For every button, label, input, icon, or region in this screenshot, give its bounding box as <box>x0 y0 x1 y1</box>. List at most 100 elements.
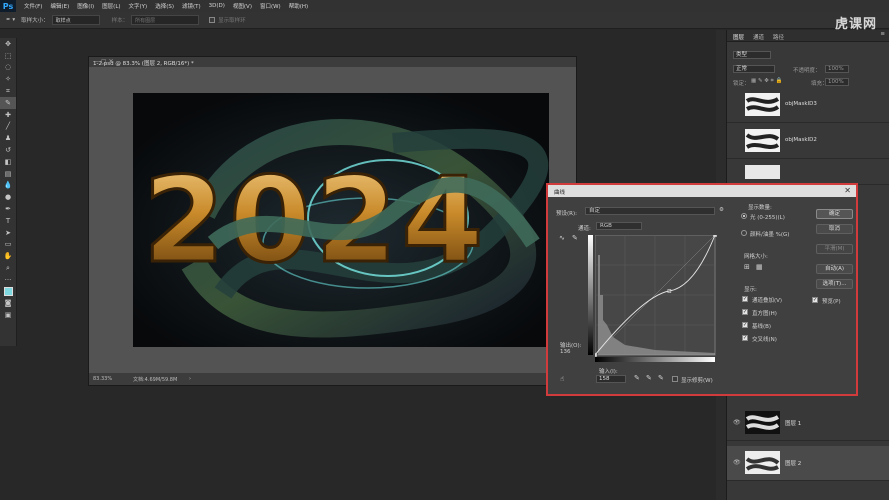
menu-type[interactable]: 文字(Y) <box>129 2 148 10</box>
ok-button[interactable]: 确定 <box>816 209 853 219</box>
sample-size-select[interactable]: 取样点 <box>51 15 100 25</box>
lock-icons[interactable]: ▦ ✎ ✥ ⌗ 🔒 <box>751 78 782 85</box>
quickmask-icon[interactable]: ◙ <box>0 298 16 310</box>
pigment-radio[interactable] <box>741 230 747 236</box>
output-value[interactable]: 136 <box>560 349 571 355</box>
histogram-checkbox[interactable]: ✓ <box>742 309 748 315</box>
sample-select[interactable]: 所有图层 <box>131 15 200 25</box>
options-button[interactable]: 选项(T)... <box>816 279 853 289</box>
visibility-eye-icon[interactable]: 👁 <box>733 459 741 466</box>
type-icon[interactable]: T <box>0 215 16 227</box>
status-arrow-icon[interactable]: › <box>189 376 191 382</box>
pencil-icon[interactable]: ✎ <box>572 234 578 242</box>
menu-edit[interactable]: 编辑(E) <box>50 2 69 10</box>
channel-select[interactable]: RGB <box>596 222 642 230</box>
target-adjust-icon[interactable]: ☝ <box>560 375 564 383</box>
document-tab[interactable]: 1-2.psd @ 83.3% (图层 2, RGB/16*) * — ▢ ✕ <box>89 57 576 67</box>
layer-row[interactable] <box>727 160 889 185</box>
path-select-icon[interactable]: ➤ <box>0 227 16 239</box>
crop-icon[interactable]: ⌗ <box>0 85 16 97</box>
input-value[interactable]: 158 <box>596 375 626 383</box>
stamp-icon[interactable]: ♟ <box>0 132 16 144</box>
shape-icon[interactable]: ▭ <box>0 239 16 251</box>
white-point-eyedropper-icon[interactable]: ✎ <box>658 374 664 382</box>
grid-fine-icon[interactable]: ▦ <box>756 263 763 271</box>
opacity-label: 不透明度： <box>793 68 821 74</box>
color-swatch-icon[interactable] <box>0 286 16 298</box>
black-point-eyedropper-icon[interactable]: ✎ <box>634 374 640 382</box>
gray-point-eyedropper-icon[interactable]: ✎ <box>646 374 652 382</box>
lasso-icon[interactable]: ◌ <box>0 62 16 74</box>
menu-file[interactable]: 文件(F) <box>24 2 42 10</box>
curve-graph[interactable] <box>595 235 717 363</box>
menu-layer[interactable]: 图层(L) <box>102 2 120 10</box>
layer-row-selected[interactable]: 👁 图层 2 <box>727 446 889 481</box>
eraser-icon[interactable]: ◧ <box>0 156 16 168</box>
channel-overlays-checkbox[interactable]: ✓ <box>742 296 748 302</box>
eyedropper-tool-icon[interactable]: ✒ ▾ <box>6 17 15 23</box>
pen-icon[interactable]: ✒ <box>0 203 16 215</box>
magic-wand-icon[interactable]: ✧ <box>0 73 16 85</box>
layer-name[interactable]: 图层 1 <box>785 419 801 427</box>
brush-icon[interactable]: ╱ <box>0 121 16 133</box>
tab-paths[interactable]: 路径 <box>773 33 784 41</box>
layer-row[interactable]: objMaskID2 <box>727 124 889 159</box>
layer-row[interactable]: 👁 图层 1 <box>727 406 889 441</box>
close-icon[interactable]: ✕ <box>844 186 851 195</box>
gradient-icon[interactable]: ▤ <box>0 168 16 180</box>
hand-icon[interactable]: ✋ <box>0 250 16 262</box>
intersection-checkbox[interactable]: ✓ <box>742 335 748 341</box>
zoom-icon[interactable]: ⌕ <box>0 262 16 274</box>
dodge-icon[interactable]: ● <box>0 191 16 203</box>
screenmode-icon[interactable]: ▣ <box>0 309 16 321</box>
layer-thumbnail <box>745 129 780 152</box>
preset-gear-icon[interactable]: ⚙ <box>719 207 724 213</box>
auto-button[interactable]: 自动(A) <box>816 264 853 274</box>
baseline-checkbox[interactable]: ✓ <box>742 322 748 328</box>
history-brush-icon[interactable]: ↺ <box>0 144 16 156</box>
layer-filter-select[interactable]: 类型 <box>733 51 771 59</box>
eyedropper-icon[interactable]: ✎ <box>0 96 16 109</box>
window-controls-icon[interactable]: — ▢ ✕ <box>93 58 572 65</box>
smooth-button[interactable]: 平滑(M) <box>816 244 853 254</box>
opacity-field[interactable]: 100% <box>825 65 849 73</box>
preview-checkbox[interactable]: ✓ <box>812 297 818 303</box>
layer-thumbnail <box>745 93 780 116</box>
menu-select[interactable]: 选择(S) <box>155 2 174 10</box>
document-canvas[interactable]: 2024 <box>133 93 549 347</box>
cancel-button[interactable]: 取消 <box>816 224 853 234</box>
menu-image[interactable]: 图像(I) <box>77 2 94 10</box>
zoom-value[interactable]: 83.33% <box>93 376 112 382</box>
curve-control-point[interactable] <box>595 353 597 357</box>
more-icon[interactable]: ··· <box>0 274 16 286</box>
layer-name[interactable]: objMaskID3 <box>785 101 817 107</box>
menu-window[interactable]: 窗口(W) <box>260 2 281 10</box>
curve-edit-icon[interactable]: ∿ <box>559 234 565 242</box>
light-radio[interactable] <box>741 213 747 219</box>
marquee-icon[interactable]: ⬚ <box>0 50 16 62</box>
menu-3d[interactable]: 3D(D) <box>209 3 225 9</box>
menu-view[interactable]: 视图(V) <box>233 2 252 10</box>
layer-name[interactable]: 图层 2 <box>785 459 801 467</box>
blur-icon[interactable]: 💧 <box>0 180 16 192</box>
visibility-eye-icon[interactable]: 👁 <box>733 419 741 426</box>
grid-coarse-icon[interactable]: ⊞ <box>744 263 750 271</box>
panel-tabs: 图层 通道 路径 ≡ <box>727 30 889 42</box>
fill-field[interactable]: 100% <box>825 78 849 86</box>
healing-icon[interactable]: ✚ <box>0 109 16 121</box>
preset-select[interactable]: 自定 <box>585 207 715 215</box>
show-clipping-checkbox[interactable] <box>672 376 678 382</box>
menu-filter[interactable]: 滤镜(T) <box>182 2 201 10</box>
layer-thumbnail <box>745 411 780 434</box>
layer-name[interactable]: objMaskID2 <box>785 137 817 143</box>
tab-layers[interactable]: 图层 <box>733 33 744 41</box>
tab-channels[interactable]: 通道 <box>753 33 764 41</box>
move-icon[interactable]: ✥ <box>0 38 16 50</box>
blend-mode-select[interactable]: 正常 <box>733 65 775 73</box>
show-ring-checkbox[interactable] <box>209 17 216 23</box>
curve-control-point[interactable] <box>713 235 717 237</box>
menu-help[interactable]: 帮助(H) <box>289 2 308 10</box>
dialog-titlebar[interactable]: 曲线 ✕ <box>548 185 856 197</box>
layer-row[interactable]: objMaskID3 <box>727 88 889 123</box>
panel-menu-icon[interactable]: ≡ <box>880 31 885 37</box>
